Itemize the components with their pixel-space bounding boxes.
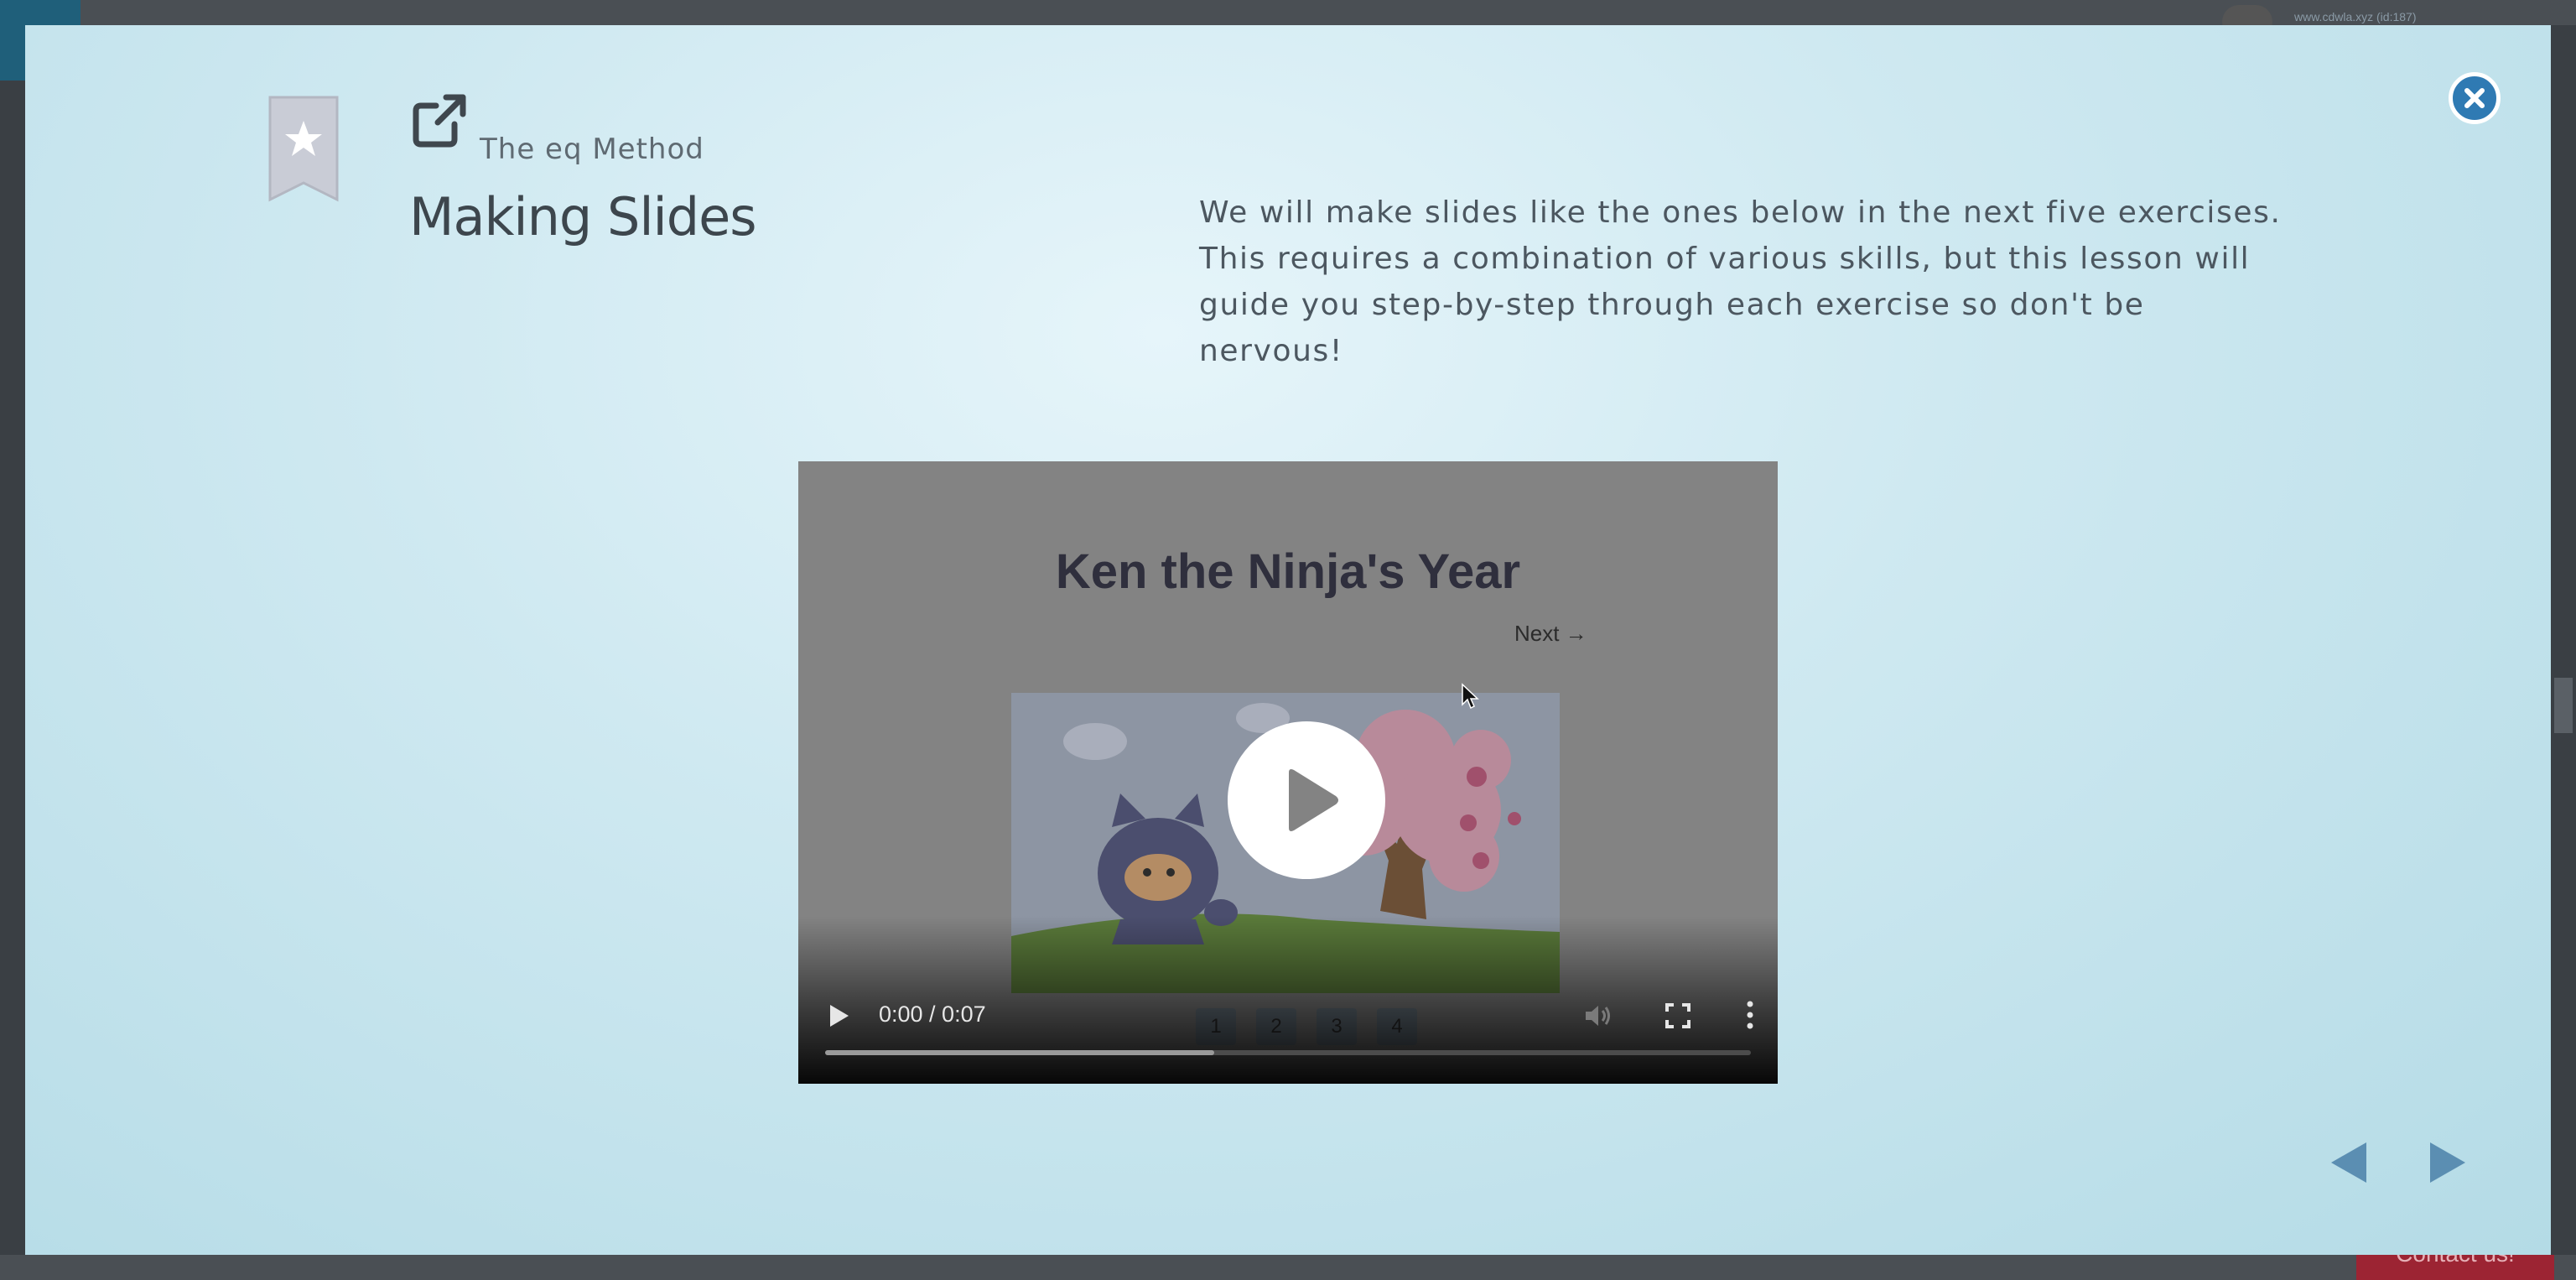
background-bottom-bar: [0, 1255, 2576, 1280]
close-icon: [2464, 88, 2485, 108]
course-label: The eq Method: [480, 133, 704, 166]
background-url-text: www.cdwla.xyz (id:187): [2294, 10, 2417, 23]
video-time-display: 0:00 / 0:07: [879, 1002, 986, 1027]
star-bookmark-icon: [268, 96, 339, 202]
lesson-title: Making Slides: [409, 186, 757, 247]
more-options-icon[interactable]: [1746, 1000, 1754, 1030]
background-top-bar: [0, 0, 2576, 25]
slide-title: Ken the Ninja's Year: [1055, 544, 1521, 599]
scrollbar-thumb[interactable]: [2554, 678, 2573, 733]
lesson-modal: The eq Method Making Slides We will make…: [25, 25, 2551, 1255]
slide-next-link[interactable]: Next →: [1514, 621, 1587, 647]
triangle-right-icon[interactable]: [2427, 1139, 2469, 1186]
page-scrollbar[interactable]: [2551, 81, 2576, 1255]
lesson-description: We will make slides like the ones below …: [1199, 195, 2282, 368]
video-play-overlay-button[interactable]: [1228, 721, 1385, 879]
video-controls-bar: 0:00 / 0:07: [798, 916, 1778, 1084]
close-button[interactable]: [2449, 72, 2501, 124]
external-link-button[interactable]: [409, 89, 470, 149]
video-progress-fill: [825, 1050, 1214, 1055]
play-button-icon[interactable]: [828, 1003, 850, 1028]
external-link-icon: [413, 94, 466, 148]
bookmark-button[interactable]: [267, 96, 340, 203]
mouse-cursor-icon: [1462, 683, 1479, 710]
fullscreen-icon[interactable]: [1665, 1003, 1690, 1028]
play-icon: [1289, 769, 1338, 831]
triangle-left-icon[interactable]: [2328, 1139, 2370, 1186]
video-player[interactable]: Ken the Ninja's Year Next → 0:00 / 0:07: [798, 461, 1778, 1084]
video-progress-bar[interactable]: [825, 1050, 1751, 1055]
volume-icon[interactable]: [1583, 1002, 1612, 1030]
